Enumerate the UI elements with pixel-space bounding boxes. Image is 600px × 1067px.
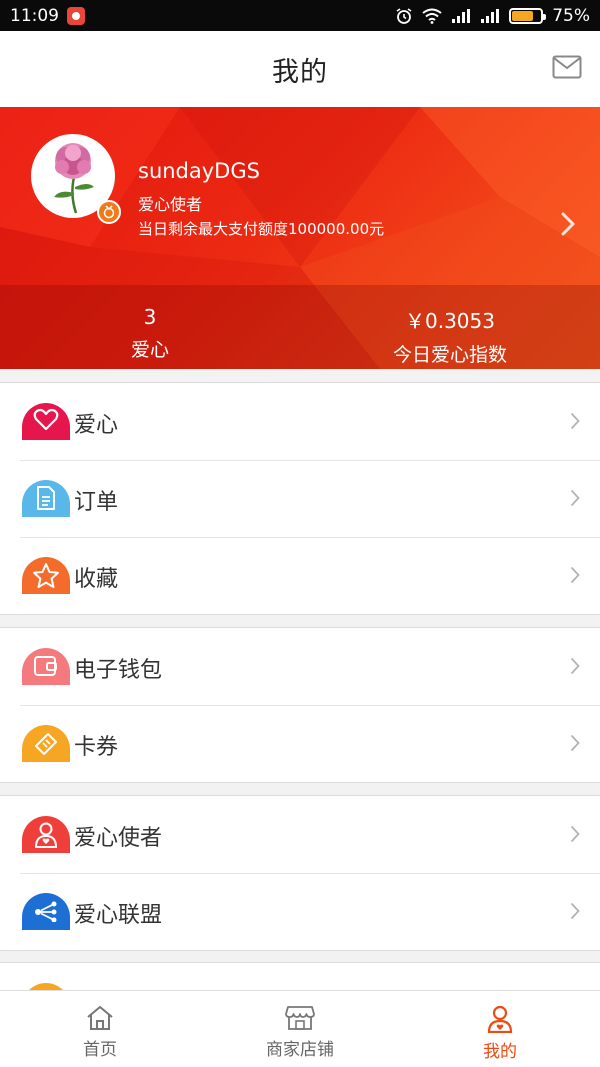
username: sundayDGS <box>138 159 260 183</box>
star-icon <box>22 557 70 594</box>
menu-item-orders[interactable]: 订单 <box>0 460 600 537</box>
chevron-right-icon <box>570 489 580 507</box>
tab-label: 首页 <box>83 1040 117 1060</box>
menu-item-love[interactable]: 爱心 <box>0 383 600 460</box>
chevron-right-icon <box>570 902 580 920</box>
top-header: 我的 <box>0 31 600 107</box>
stats-bar: 3 爱心 ￥0.3053 今日爱心指数 <box>0 285 600 369</box>
page-title: 我的 <box>272 56 328 88</box>
chevron-right-icon[interactable] <box>560 211 576 237</box>
signal-icon <box>481 8 500 23</box>
profile-banner[interactable]: sundayDGS 爱心使者 当日剩余最大支付额度100000.00元 3 爱心… <box>0 107 600 369</box>
menu-item-label: 爱心联盟 <box>74 903 163 928</box>
wallet-icon <box>22 648 70 685</box>
stat-love-count[interactable]: 3 爱心 <box>0 285 300 369</box>
tab-stores[interactable]: 商家店铺 <box>200 991 400 1067</box>
tab-home[interactable]: 首页 <box>0 991 200 1067</box>
menu-item-alliance[interactable]: 爱心联盟 <box>0 873 600 950</box>
avatar-wrapper[interactable] <box>31 134 121 224</box>
menu-item-wallet[interactable]: 电子钱包 <box>0 628 600 705</box>
wifi-icon <box>422 8 442 24</box>
stat-label: 爱心 <box>130 339 169 361</box>
store-icon <box>285 1006 315 1030</box>
user-role: 爱心使者 <box>138 195 203 214</box>
menu-item-label: 订单 <box>74 490 119 515</box>
tab-mine[interactable]: 我的 <box>400 991 600 1067</box>
status-time: 11:09 <box>10 5 59 26</box>
payment-quota: 当日剩余最大支付额度100000.00元 <box>138 220 385 238</box>
user-icon <box>487 1005 513 1033</box>
share-network-icon <box>22 893 70 930</box>
stat-label: 今日爱心指数 <box>392 344 507 366</box>
stat-love-index[interactable]: ￥0.3053 今日爱心指数 <box>300 285 600 369</box>
menu-item-label: 电子钱包 <box>74 658 163 683</box>
coupon-icon <box>22 725 70 762</box>
menu-item-label: 爱心使者 <box>74 826 163 851</box>
menu-item-coupons[interactable]: 卡券 <box>0 705 600 782</box>
peony-flower-icon <box>54 143 94 214</box>
tab-label: 商家店铺 <box>266 1040 334 1060</box>
home-icon <box>87 1006 113 1030</box>
tab-label: 我的 <box>483 1042 517 1062</box>
battery-fill <box>512 10 534 21</box>
chevron-right-icon <box>570 734 580 752</box>
battery-icon <box>509 7 547 24</box>
document-icon <box>22 480 70 517</box>
mail-icon[interactable] <box>552 55 582 79</box>
stat-value: ￥0.3053 <box>405 309 495 333</box>
status-bar: 11:09 75% <box>0 0 600 31</box>
menu-group-1: 爱心 订单 收藏 <box>0 382 600 615</box>
heart-icon <box>22 403 70 440</box>
ambassador-icon <box>22 816 70 853</box>
alarm-icon <box>396 7 412 24</box>
chevron-right-icon <box>570 657 580 675</box>
menu-item-label: 卡券 <box>74 735 119 760</box>
menu-item-label: 爱心 <box>74 413 119 438</box>
chevron-right-icon <box>570 412 580 430</box>
medal-badge-icon <box>97 200 121 224</box>
menu-item-ambassador[interactable]: 爱心使者 <box>0 796 600 873</box>
app-notification-icon <box>67 6 85 25</box>
menu-group-2: 电子钱包 卡券 <box>0 627 600 783</box>
menu-group-3: 爱心使者 爱心联盟 <box>0 795 600 951</box>
signal-icon <box>452 8 471 23</box>
bottom-tab-bar: 首页 商家店铺 我的 <box>0 990 600 1067</box>
chevron-right-icon <box>570 825 580 843</box>
stat-value: 3 <box>143 305 157 329</box>
menu-item-favorites[interactable]: 收藏 <box>0 537 600 614</box>
chevron-right-icon <box>570 566 580 584</box>
menu-item-label: 收藏 <box>74 567 119 592</box>
battery-percent: 75% <box>552 5 590 26</box>
